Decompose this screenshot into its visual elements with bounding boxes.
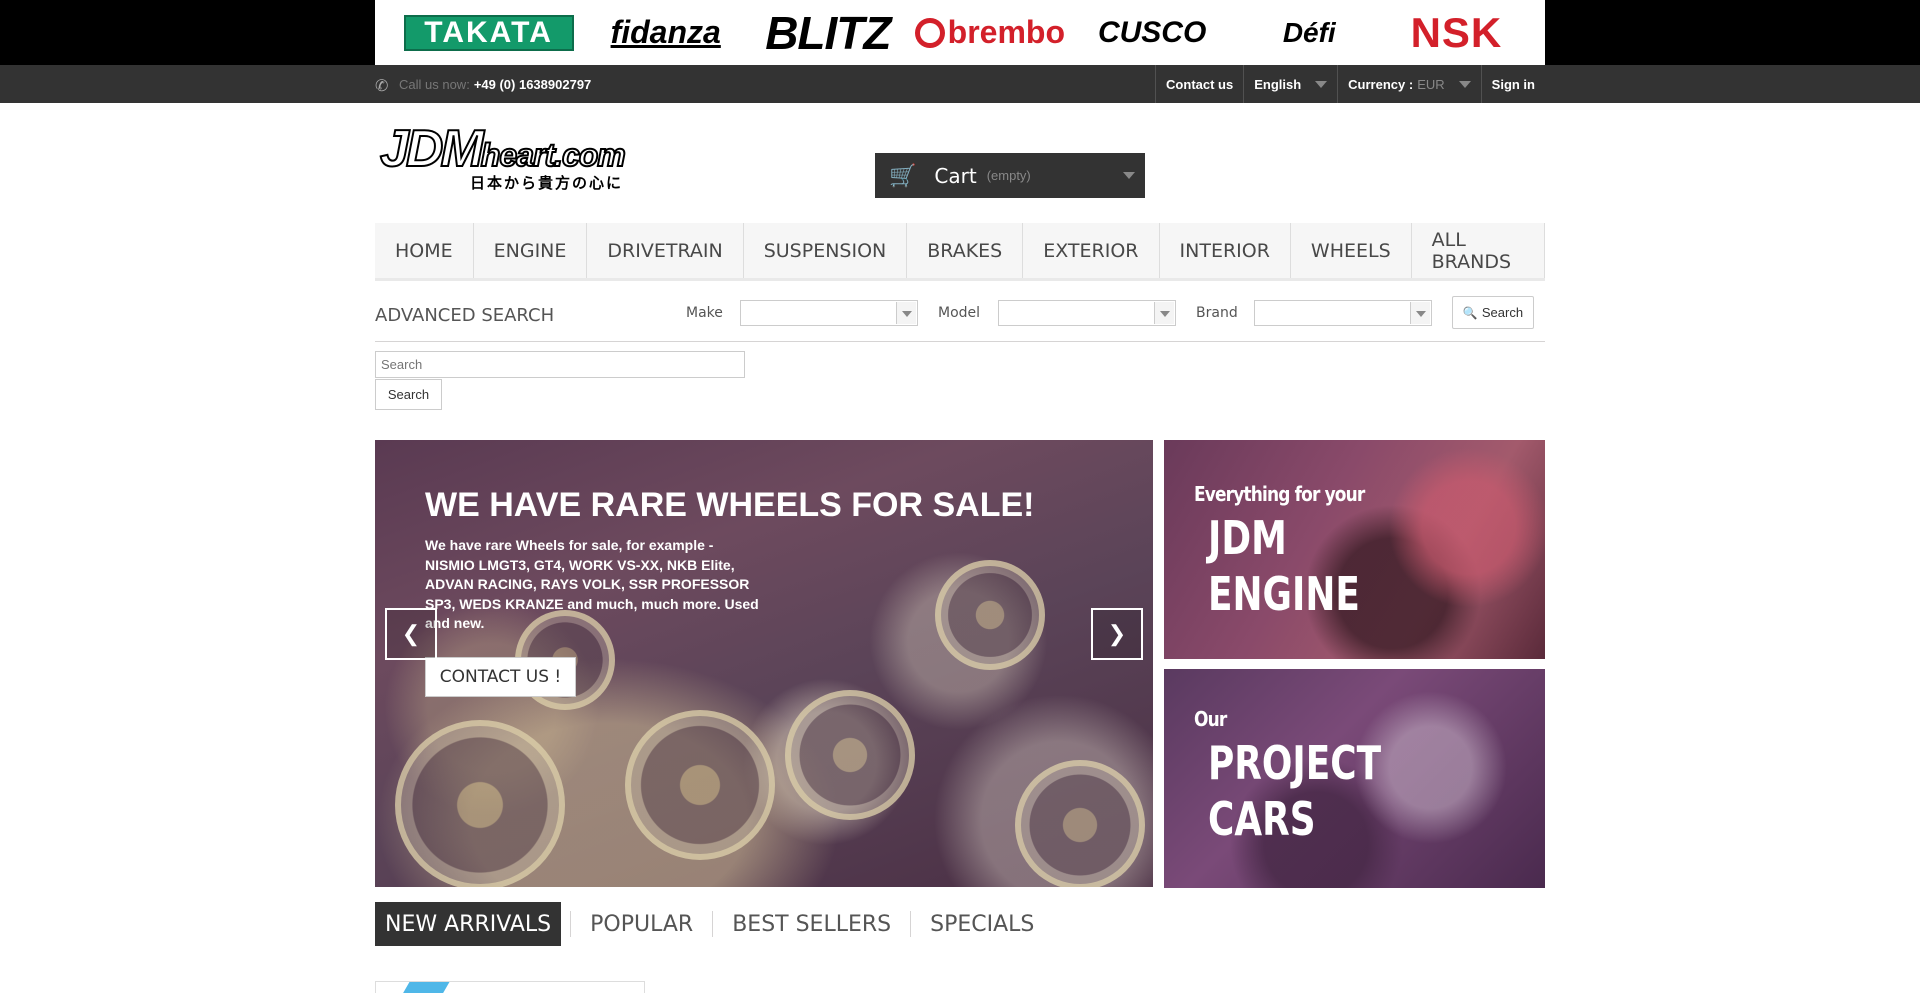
nsk-logo[interactable]: NSK: [1396, 9, 1516, 56]
tab-divider: [910, 911, 912, 937]
slider-prev-button[interactable]: ❮: [385, 608, 437, 660]
chevron-right-icon: ❯: [1107, 621, 1127, 646]
menu-item-all-brands[interactable]: All brands: [1412, 223, 1545, 278]
language-selector[interactable]: English: [1243, 65, 1337, 103]
chevron-down-icon: [1410, 302, 1430, 324]
brand-label: Brand: [1196, 305, 1238, 321]
chevron-left-icon: ❮: [401, 621, 421, 646]
chevron-down-icon: [1123, 172, 1135, 179]
project-cars-banner[interactable]: Our PROJECT CARS: [1164, 669, 1545, 888]
tab-best-sellers[interactable]: Best Sellers: [722, 902, 901, 946]
engine-banner-line2: ENGINE: [1208, 567, 1360, 621]
menu-item-home[interactable]: Home: [375, 223, 474, 278]
search-icon: 🔍: [1462, 305, 1478, 320]
slide-image-wheel: [935, 560, 1045, 670]
takata-logo[interactable]: TAKATA: [403, 14, 574, 51]
menu-item-engine[interactable]: Engine: [474, 223, 588, 278]
slide-image-wheel: [1015, 760, 1145, 887]
engine-banner[interactable]: Everything for your JDM ENGINE: [1164, 440, 1545, 659]
slide-text: We have rare Wheels for sale, for exampl…: [425, 537, 759, 631]
sign-in-link[interactable]: Sign in: [1480, 65, 1545, 103]
tab-specials[interactable]: Specials: [920, 902, 1044, 946]
slider-next-button[interactable]: ❯: [1091, 608, 1143, 660]
site-logo-jdm: JDM: [379, 120, 485, 178]
advanced-search: ADVANCED SEARCH Make Model Brand 🔍 Search: [375, 295, 1545, 342]
slide-title: We have rare Wheels for sale!: [425, 486, 1035, 524]
menu-item-suspension[interactable]: Suspension: [744, 223, 908, 278]
brembo-logo-text: brembo: [947, 14, 1065, 50]
menu-item-wheels[interactable]: Wheels: [1291, 223, 1412, 278]
currency-selector[interactable]: Currency : EUR: [1337, 65, 1480, 103]
cart-button[interactable]: 🛒 Cart (empty): [875, 153, 1145, 198]
brand-banner: TAKATA fidanza BLITZ brembo CUSCO Défi N…: [0, 0, 1920, 65]
currency-value: EUR: [1417, 76, 1445, 92]
advanced-search-title: ADVANCED SEARCH: [375, 305, 555, 326]
product-tabs: New arrivals Popular Best Sellers Specia…: [375, 902, 1044, 946]
make-label: Make: [686, 305, 723, 321]
tab-popular[interactable]: Popular: [580, 902, 703, 946]
phone-icon: ✆: [375, 78, 389, 95]
site-logo-subtitle: 日本から貴方の心に: [470, 175, 624, 192]
cusco-logo[interactable]: CUSCO: [1082, 13, 1222, 53]
advanced-search-button[interactable]: 🔍 Search: [1452, 296, 1534, 329]
home-slider: We have rare Wheels for sale! We have ra…: [375, 440, 1153, 887]
advanced-search-button-label: Search: [1481, 305, 1524, 320]
menu-item-interior[interactable]: Interior: [1160, 223, 1291, 278]
search-input[interactable]: [375, 351, 745, 378]
model-select[interactable]: [998, 300, 1176, 326]
tab-divider: [570, 911, 572, 937]
site-logo-suffix: heart.com: [480, 136, 627, 174]
tab-divider: [712, 911, 714, 937]
blitz-logo[interactable]: BLITZ: [758, 7, 898, 59]
menu-item-exterior[interactable]: Exterior: [1023, 223, 1160, 278]
cart-icon: 🛒: [889, 162, 917, 188]
defi-logo[interactable]: Défi: [1239, 13, 1379, 53]
slide-image-wheel: [785, 690, 915, 820]
cart-status: (empty): [986, 168, 1031, 183]
fidanza-logo[interactable]: fidanza: [591, 13, 741, 53]
chevron-down-icon: [896, 302, 916, 324]
product-image: [402, 982, 450, 993]
project-banner-small: Our: [1194, 707, 1227, 731]
menu-item-drivetrain[interactable]: Drivetrain: [587, 223, 744, 278]
main-menu: Home Engine Drivetrain Suspension Brakes…: [375, 223, 1545, 281]
make-select[interactable]: [740, 300, 918, 326]
brand-select[interactable]: [1254, 300, 1432, 326]
chevron-down-icon: [1458, 80, 1471, 88]
slide-image-wheel: [395, 720, 565, 887]
top-navbar: ✆ Call us now: +49 (0) 1638902797 Contac…: [0, 65, 1920, 103]
product-card[interactable]: [375, 981, 645, 993]
brand-logo-strip: TAKATA fidanza BLITZ brembo CUSCO Défi N…: [375, 0, 1545, 65]
brembo-logo[interactable]: brembo: [914, 13, 1065, 53]
project-banner-line2: CARS: [1208, 792, 1316, 846]
phone-contact: ✆ Call us now: +49 (0) 1638902797: [375, 65, 591, 103]
chevron-down-icon: [1315, 80, 1328, 88]
chevron-down-icon: [1154, 302, 1174, 324]
phone-number: +49 (0) 1638902797: [473, 76, 592, 92]
menu-item-brakes[interactable]: Brakes: [907, 223, 1024, 278]
slide-image-wheel: [625, 710, 775, 860]
engine-banner-line1: JDM: [1208, 511, 1287, 565]
cart-label: Cart: [934, 163, 977, 188]
engine-banner-small: Everything for your: [1194, 482, 1365, 506]
site-logo[interactable]: JDMheart.com 日本から貴方の心に: [379, 122, 740, 192]
model-label: Model: [938, 305, 981, 321]
currency-label: Currency :: [1348, 76, 1414, 92]
slide-contact-button[interactable]: CONTACT US !: [425, 657, 576, 697]
site-logo-main: JDMheart.com: [379, 122, 740, 176]
brembo-ring-icon: [914, 17, 945, 48]
search-button[interactable]: Search: [375, 379, 442, 410]
tab-new-arrivals[interactable]: New arrivals: [375, 902, 562, 946]
project-banner-line1: PROJECT: [1208, 736, 1382, 790]
call-label: Call us now:: [399, 76, 470, 92]
contact-us-link[interactable]: Contact us: [1155, 65, 1243, 103]
language-value: English: [1254, 76, 1302, 92]
cusco-logo-text: CUSCO: [1097, 15, 1207, 49]
